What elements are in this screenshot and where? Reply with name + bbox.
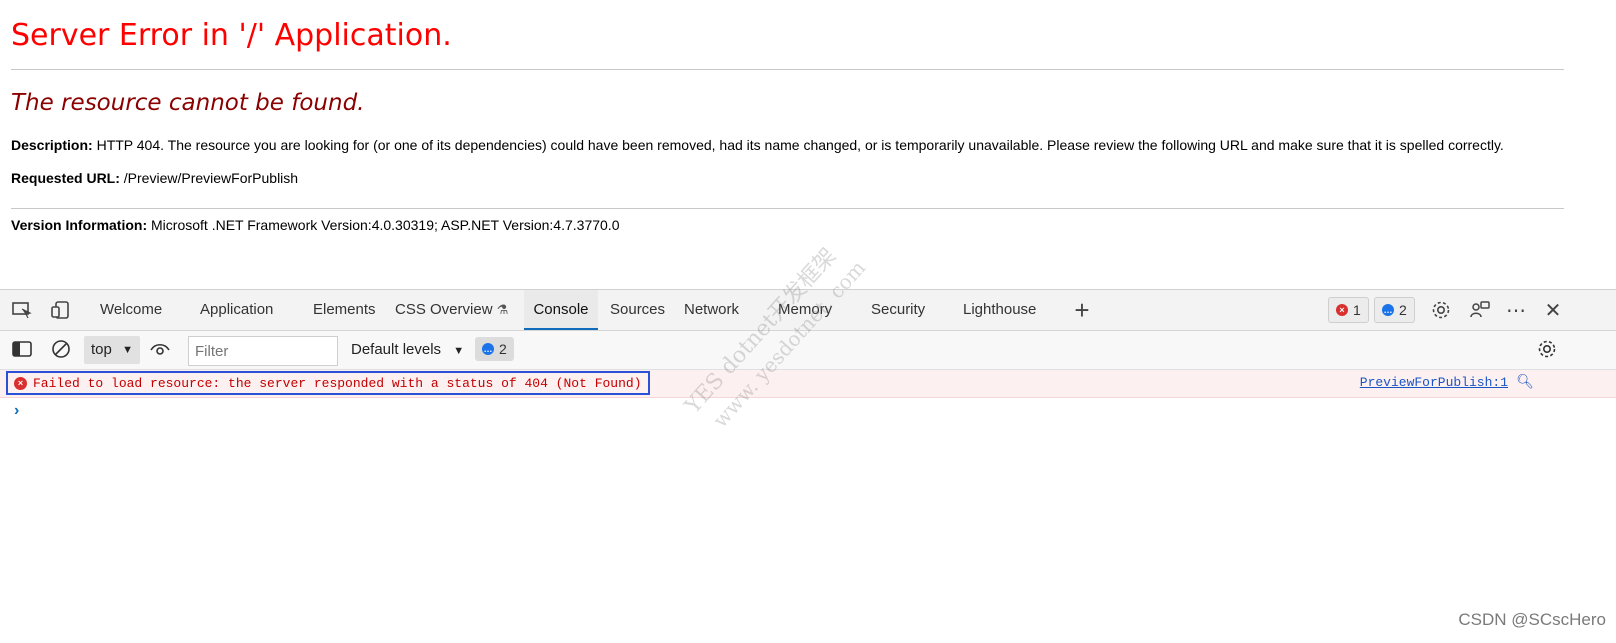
- devtools-panel: Welcome Application Elements CSS Overvie…: [0, 289, 1616, 643]
- page-title: Server Error in '/' Application.: [11, 18, 452, 53]
- more-icon[interactable]: ⋯: [1503, 298, 1529, 322]
- issues-count: 2: [499, 341, 507, 357]
- chevron-down-icon: ▼: [122, 344, 133, 356]
- search-icon[interactable]: 🔍︎: [1516, 373, 1534, 390]
- tab-network[interactable]: Network: [684, 290, 739, 330]
- device-emulation-icon[interactable]: [48, 298, 74, 322]
- version-label: Version Information:: [11, 217, 148, 233]
- description-line: Description: HTTP 404. The resource you …: [11, 137, 1504, 153]
- filter-input[interactable]: [188, 336, 338, 366]
- tab-lighthouse[interactable]: Lighthouse: [963, 290, 1036, 330]
- feedback-icon[interactable]: [1467, 298, 1493, 322]
- divider: [11, 208, 1564, 209]
- error-page: Server Error in '/' Application. The res…: [0, 0, 1616, 290]
- credit-watermark: CSDN @SCscHero: [1458, 610, 1606, 629]
- message-count: 2: [1399, 302, 1407, 318]
- error-message-highlight: × Failed to load resource: the server re…: [6, 371, 650, 395]
- page-subtitle: The resource cannot be found.: [11, 90, 365, 116]
- error-count: 1: [1353, 302, 1361, 318]
- clear-console-icon[interactable]: [48, 337, 74, 361]
- message-icon: …: [1382, 304, 1394, 316]
- inspect-icon[interactable]: [9, 298, 35, 322]
- version-text: Microsoft .NET Framework Version:4.0.303…: [151, 217, 620, 233]
- settings-icon[interactable]: [1428, 298, 1454, 322]
- tab-sources[interactable]: Sources: [610, 290, 665, 330]
- console-error-row: × Failed to load resource: the server re…: [0, 370, 1616, 398]
- message-count-badge[interactable]: … 2: [1374, 297, 1415, 323]
- error-icon: ×: [14, 376, 27, 390]
- error-message-text: Failed to load resource: the server resp…: [33, 375, 642, 391]
- requested-url-label: Requested URL:: [11, 170, 120, 186]
- description-label: Description:: [11, 137, 93, 153]
- experiment-flask-icon: ⚗: [496, 302, 509, 317]
- tab-css-overview-label: CSS Overview: [395, 301, 493, 318]
- sidebar-toggle-icon[interactable]: [9, 337, 35, 361]
- add-tab-icon[interactable]: +: [1069, 295, 1095, 325]
- requested-url-text: /Preview/PreviewForPublish: [123, 170, 299, 186]
- console-prompt-icon[interactable]: ›: [14, 402, 19, 420]
- tab-application[interactable]: Application: [200, 290, 273, 330]
- tab-elements[interactable]: Elements: [313, 290, 376, 330]
- error-source-link[interactable]: PreviewForPublish:1: [1360, 375, 1508, 390]
- live-expression-eye-icon[interactable]: [147, 337, 173, 361]
- description-text: HTTP 404. The resource you are looking f…: [96, 137, 1504, 153]
- requested-url-line: Requested URL: /Preview/PreviewForPublis…: [11, 170, 298, 186]
- context-selector[interactable]: top ▼: [84, 336, 140, 364]
- version-line: Version Information: Microsoft .NET Fram…: [11, 217, 619, 233]
- tab-css-overview[interactable]: CSS Overview ⚗: [395, 290, 508, 330]
- tab-welcome[interactable]: Welcome: [100, 290, 162, 330]
- chevron-down-icon: ▼: [453, 345, 465, 357]
- error-count-badge[interactable]: × 1: [1328, 297, 1369, 323]
- close-icon[interactable]: ✕: [1540, 298, 1566, 322]
- log-levels-dropdown[interactable]: Default levels ▼: [351, 336, 464, 364]
- divider: [11, 69, 1564, 70]
- context-value: top: [91, 341, 112, 358]
- log-levels-label: Default levels: [351, 341, 442, 358]
- tab-console[interactable]: Console: [524, 290, 598, 330]
- message-icon: …: [482, 343, 494, 355]
- console-settings-icon[interactable]: [1534, 337, 1560, 361]
- issues-badge[interactable]: … 2: [475, 337, 514, 361]
- tab-security[interactable]: Security: [871, 290, 925, 330]
- error-icon: ×: [1336, 304, 1348, 316]
